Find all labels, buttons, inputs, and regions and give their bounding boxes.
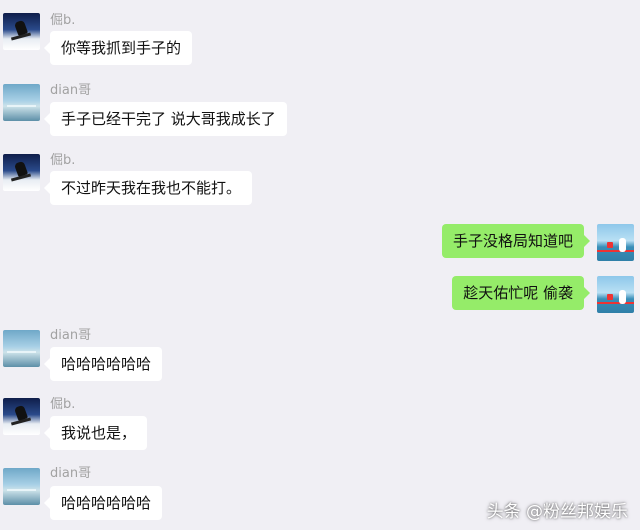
watermark-text: 头条 @粉丝邦娱乐 [486, 502, 628, 522]
message-row: dian哥 哈哈哈哈哈哈 [0, 0, 640, 525]
landscape-avatar[interactable] [3, 468, 40, 505]
message-bubble[interactable]: 哈哈哈哈哈哈 [43, 486, 163, 520]
sender-name: dian哥 [50, 466, 92, 481]
